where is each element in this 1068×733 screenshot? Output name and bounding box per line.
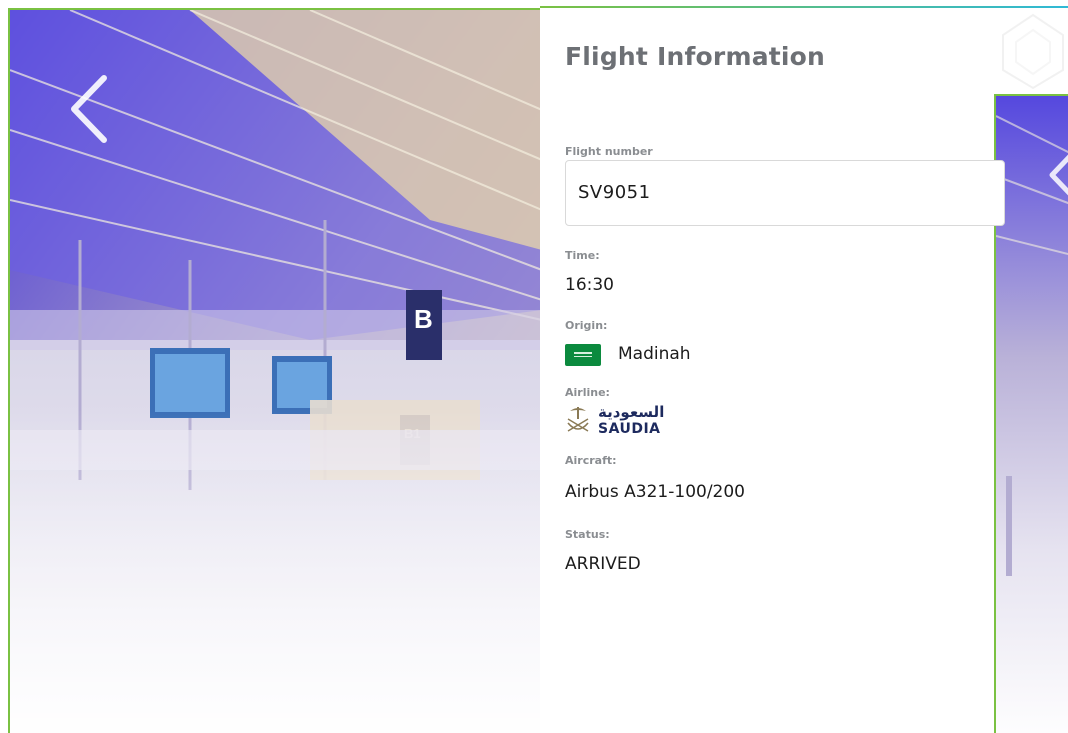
saudi-arabia-flag-icon bbox=[565, 344, 601, 366]
saudia-emblem-icon bbox=[567, 407, 589, 432]
airline-label: Airline: bbox=[565, 386, 610, 399]
origin-value: Madinah bbox=[618, 344, 691, 364]
airline-logo-english: SAUDIA bbox=[598, 421, 661, 437]
chevron-left-icon-secondary bbox=[1049, 154, 1068, 196]
saudia-logo: السعودية SAUDIA bbox=[564, 403, 684, 443]
decorative-pattern-icon bbox=[1002, 13, 1064, 90]
flight-number-label: Flight number bbox=[565, 145, 653, 158]
airport-background-image: B B1 bbox=[8, 8, 540, 733]
chevron-left-icon[interactable] bbox=[68, 74, 112, 144]
page-title: Flight Information bbox=[565, 42, 826, 71]
time-label: Time: bbox=[565, 249, 600, 262]
aircraft-value: Airbus A321-100/200 bbox=[565, 482, 746, 502]
time-value: 16:30 bbox=[565, 275, 614, 295]
flight-number-field[interactable]: SV9051 bbox=[565, 160, 1005, 226]
flight-info-panel: Flight Information Flight number SV9051 … bbox=[540, 8, 1005, 733]
app-frame: B B1 bbox=[0, 0, 1068, 733]
flight-number-value: SV9051 bbox=[578, 182, 651, 203]
airline-logo-arabic: السعودية bbox=[598, 403, 665, 421]
status-value: ARRIVED bbox=[565, 554, 641, 574]
aircraft-label: Aircraft: bbox=[565, 454, 617, 467]
status-label: Status: bbox=[565, 528, 610, 541]
origin-label: Origin: bbox=[565, 319, 608, 332]
